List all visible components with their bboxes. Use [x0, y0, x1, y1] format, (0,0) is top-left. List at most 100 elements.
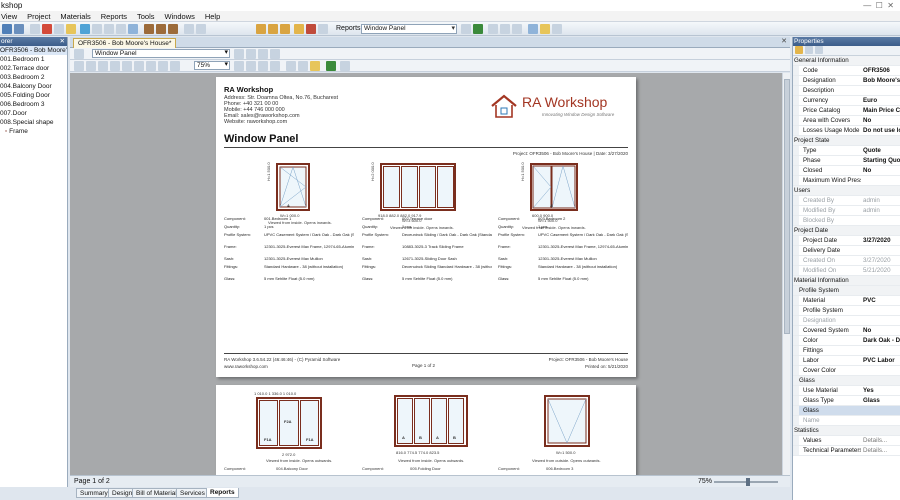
tool-icon[interactable]	[306, 24, 316, 34]
save-all-icon[interactable]	[14, 24, 24, 34]
report-viewer[interactable]: RA Workshop Address: Str. Doamna Oltea, …	[70, 73, 782, 475]
property-row[interactable]: Fittings	[793, 346, 900, 356]
report-design-icon[interactable]	[488, 24, 498, 34]
first-page-icon[interactable]	[258, 49, 268, 59]
property-row[interactable]: Blocked By	[793, 216, 900, 226]
property-value[interactable]: 3/27/2020	[863, 236, 900, 245]
frame-icon[interactable]	[168, 24, 178, 34]
property-row[interactable]: Code OFR3506	[793, 66, 900, 76]
zoom-select[interactable]: 75%	[194, 61, 230, 70]
copy-icon[interactable]	[54, 24, 64, 34]
tree-item[interactable]: 005.Folding Door	[0, 91, 67, 100]
email-icon[interactable]	[340, 61, 350, 71]
find-icon[interactable]	[122, 61, 132, 71]
property-row[interactable]: Created By admin	[793, 196, 900, 206]
tree-item[interactable]: 003.Bedroom 2	[0, 73, 67, 82]
property-value[interactable]: 5/21/2020	[863, 266, 900, 275]
delete-icon[interactable]	[42, 24, 52, 34]
property-pages-icon[interactable]	[815, 46, 823, 54]
menu-view[interactable]: View	[0, 11, 21, 22]
document-tab[interactable]: OFR3506 - Bob Moore's House*	[73, 38, 177, 48]
property-row[interactable]: Technical Parameters Details...	[793, 446, 900, 456]
open-icon[interactable]	[104, 24, 114, 34]
page-setup-icon[interactable]	[134, 61, 144, 71]
prev-page-icon[interactable]	[234, 49, 244, 59]
property-value[interactable]: PVC	[863, 296, 900, 305]
property-row[interactable]: Currency Euro	[793, 96, 900, 106]
tree-item[interactable]: 001.Bedroom 1	[0, 55, 67, 64]
property-row[interactable]: Use Material Yes	[793, 386, 900, 396]
menu-project[interactable]: Project	[23, 11, 54, 22]
report-print-icon[interactable]	[512, 24, 522, 34]
property-row[interactable]: Labor PVC Labor	[793, 356, 900, 366]
report-run-icon[interactable]	[473, 24, 483, 34]
menu-help[interactable]: Help	[201, 11, 224, 22]
property-value[interactable]: Main Price Ca	[863, 106, 900, 115]
next-page-icon[interactable]	[246, 49, 256, 59]
scrollbar-thumb[interactable]	[784, 79, 790, 334]
export-icon[interactable]	[86, 61, 96, 71]
property-row[interactable]: Designation Bob Moore's ho	[793, 76, 900, 86]
save-icon[interactable]	[2, 24, 12, 34]
property-value[interactable]: PVC Labor	[863, 356, 900, 365]
property-row[interactable]: Created On 3/27/2020	[793, 256, 900, 266]
property-row[interactable]: Covered System No	[793, 326, 900, 336]
property-row[interactable]: Modified By admin	[793, 206, 900, 216]
grid-icon[interactable]	[552, 24, 562, 34]
cut-icon[interactable]	[30, 24, 40, 34]
property-value[interactable]: Do not use lo	[863, 126, 900, 135]
vertical-scrollbar[interactable]	[782, 73, 790, 475]
tree-item[interactable]: 007.Door	[0, 109, 67, 118]
property-row[interactable]: Closed No	[793, 166, 900, 176]
settings-icon[interactable]	[318, 24, 328, 34]
print-icon[interactable]	[74, 61, 84, 71]
menu-materials[interactable]: Materials	[56, 11, 94, 22]
tree-item[interactable]: 006.Bedroom 3	[0, 100, 67, 109]
open-icon[interactable]	[98, 61, 108, 71]
menu-reports[interactable]: Reports	[97, 11, 131, 22]
tab-reports[interactable]: Reports	[206, 488, 239, 498]
property-value[interactable]: No	[863, 116, 900, 125]
property-row[interactable]: Type Quote	[793, 146, 900, 156]
property-row[interactable]: Designation	[793, 316, 900, 326]
property-row[interactable]: Color Dark Oak - D	[793, 336, 900, 346]
categorized-icon[interactable]	[795, 46, 803, 54]
calculator-icon[interactable]	[256, 24, 266, 34]
property-row[interactable]: Project Date 3/27/2020	[793, 236, 900, 246]
door-icon[interactable]	[156, 24, 166, 34]
filter-icon[interactable]	[540, 24, 550, 34]
folder-icon[interactable]	[294, 24, 304, 34]
property-value[interactable]: Quote	[863, 146, 900, 155]
property-value[interactable]: Yes	[863, 386, 900, 395]
stock-icon[interactable]	[280, 24, 290, 34]
prev-page-icon[interactable]	[246, 61, 256, 71]
property-value[interactable]: Euro	[863, 96, 900, 105]
zoom-slider-handle[interactable]	[746, 478, 750, 486]
tab-summary[interactable]: Summary	[76, 488, 112, 498]
reports-select[interactable]: Window Panel	[361, 24, 457, 34]
tree-item[interactable]: 004.Balcony Door	[0, 82, 67, 91]
export-pdf-icon[interactable]	[326, 61, 336, 71]
undo-icon[interactable]	[80, 24, 90, 34]
close-icon[interactable]: ✕	[60, 37, 65, 46]
last-page-icon[interactable]	[270, 49, 280, 59]
property-row[interactable]: Glass	[793, 406, 900, 416]
menu-tools[interactable]: Tools	[133, 11, 159, 22]
sort-alpha-icon[interactable]	[805, 46, 813, 54]
first-page-icon[interactable]	[234, 61, 244, 71]
close-icon[interactable]: ✕	[781, 37, 787, 45]
menu-windows[interactable]: Windows	[160, 11, 198, 22]
print-icon[interactable]	[116, 24, 126, 34]
property-row[interactable]: Name	[793, 416, 900, 426]
zoom-out-icon[interactable]	[170, 61, 180, 71]
report-export-icon[interactable]	[500, 24, 510, 34]
next-page-icon[interactable]	[258, 61, 268, 71]
report-prev-icon[interactable]	[461, 24, 471, 34]
property-row[interactable]: Profile System	[793, 306, 900, 316]
property-row[interactable]: Description	[793, 86, 900, 96]
property-row[interactable]: Price Catalog Main Price Ca	[793, 106, 900, 116]
tree-item-frame[interactable]: ▫ Frame	[0, 127, 67, 136]
property-value[interactable]: Bob Moore's ho	[863, 76, 900, 85]
property-value[interactable]: OFR3506	[863, 66, 900, 75]
property-row[interactable]: Glass Type Glass	[793, 396, 900, 406]
